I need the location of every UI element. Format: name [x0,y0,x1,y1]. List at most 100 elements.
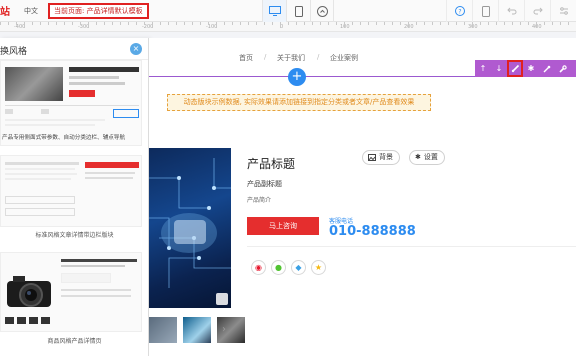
ruler-tick [480,22,481,25]
wrench-icon[interactable] [555,60,571,77]
nav-separator: / [264,53,267,61]
ruler-tick [176,22,177,25]
ruler-tick [120,22,121,25]
ruler-tick [96,22,97,25]
background-button[interactable]: 背景 [362,150,400,165]
language-selector[interactable]: 中文 [24,6,38,16]
help-button[interactable]: ? [446,0,472,22]
ruler-tick [280,22,281,28]
ruler-tick [328,22,329,25]
preview-thumb [41,317,50,324]
ruler-tick [440,22,441,25]
desktop-view-button[interactable] [262,0,286,22]
qq-icon[interactable]: ◆ [291,260,306,275]
preview-button[interactable] [472,0,498,22]
product-main-image[interactable] [149,148,231,308]
preview-price-box [61,273,111,283]
close-icon[interactable]: × [130,43,142,55]
settings-button[interactable]: ✱ 设置 [409,150,445,165]
nav-item-home[interactable]: 首页 [239,53,253,63]
qzone-icon[interactable]: ★ [311,260,326,275]
ruler-tick [520,22,521,25]
ruler-tick [192,22,193,25]
preview-line [5,109,13,114]
preview-thumb [29,317,38,324]
preview-line [5,119,105,121]
preview-line [69,82,125,85]
consult-button[interactable]: 马上咨询 [247,217,319,235]
ruler-tick [32,22,33,25]
svg-text:?: ? [458,9,461,16]
preview-tab [113,109,139,118]
style-card-3[interactable] [0,252,142,332]
ruler-tick [288,22,289,25]
thumbnail[interactable] [183,317,211,343]
ruler-tick [48,22,49,25]
gear-icon[interactable]: ✱ [523,60,539,77]
style-card-2[interactable] [0,155,142,227]
ruler-tick [392,22,393,25]
product-subtitle: 产品副标题 [247,180,282,188]
settings-button[interactable] [550,0,576,22]
nav-item-about[interactable]: 关于我们 [277,53,305,63]
ruler-tick [128,22,129,25]
nav-separator: / [317,53,320,61]
ruler-tick [16,22,17,25]
ruler-tick [568,22,569,25]
device-switcher [262,0,334,22]
phone-number: 010-888888 [329,224,416,239]
ruler-tick [24,22,25,28]
add-module-button[interactable]: + [288,68,306,86]
preview-divider [5,105,139,106]
circuit-image-art [149,158,231,288]
preview-line [61,295,131,297]
ruler-tick [88,22,89,28]
ruler-tick [296,22,297,25]
preview-table [5,208,75,216]
ruler-tick [200,22,201,25]
current-page-indicator[interactable]: 当前页面: 产品详情默认模板 [48,3,149,19]
arrow-up-icon[interactable]: ↑ [475,60,491,77]
ruler-tick [240,22,241,25]
chevron-right-icon[interactable]: › [222,324,226,335]
panel-header: 换风格 × [0,38,148,60]
thumbnail[interactable] [149,317,177,343]
zoom-icon[interactable] [216,293,228,305]
ruler-tick [472,22,473,28]
ruler-tick [224,22,225,25]
preview-line [61,289,131,291]
arrow-down-icon[interactable]: ↓ [491,60,507,77]
brush-icon[interactable] [507,60,523,77]
ruler-tick [160,22,161,25]
dynamic-data-notice: 动态版块示例数据, 实际效果请添加链接到指定分类或者文章/产品查看效果 [167,94,431,111]
nav-item-cases[interactable]: 企业案例 [330,53,358,63]
ruler-tick [560,22,561,25]
ruler-tick [248,22,249,25]
preview-table [5,196,75,204]
wechat-icon[interactable]: ● [271,260,286,275]
pin-icon[interactable] [539,60,555,77]
style-card-caption: 标准风格文章详情带边栏版块 [35,232,114,239]
ruler-tick [208,22,209,25]
undo-button[interactable] [498,0,524,22]
mobile-view-button[interactable] [286,0,310,22]
ruler-tick [0,22,1,25]
weibo-icon[interactable]: ◉ [251,260,266,275]
ruler-tick [136,22,137,25]
ruler-tick [368,22,369,25]
undo-icon [506,7,516,15]
mini-program-view-button[interactable] [310,0,334,22]
style-card-1[interactable]: 产品专用侧面式带参数、自动分类边栏、辅点导航 [0,60,142,146]
ruler-tick [320,22,321,25]
background-button-label: 背景 [379,153,393,161]
redo-button[interactable] [524,0,550,22]
preview-line [5,162,79,165]
preview-line [61,265,125,267]
site-logo: 站 [0,7,10,18]
ruler-tick [72,22,73,25]
camera-icon [7,276,51,307]
ruler-tick [256,22,257,25]
ruler-tick [56,22,57,25]
image-icon [368,154,376,161]
ruler-tick [8,22,9,25]
